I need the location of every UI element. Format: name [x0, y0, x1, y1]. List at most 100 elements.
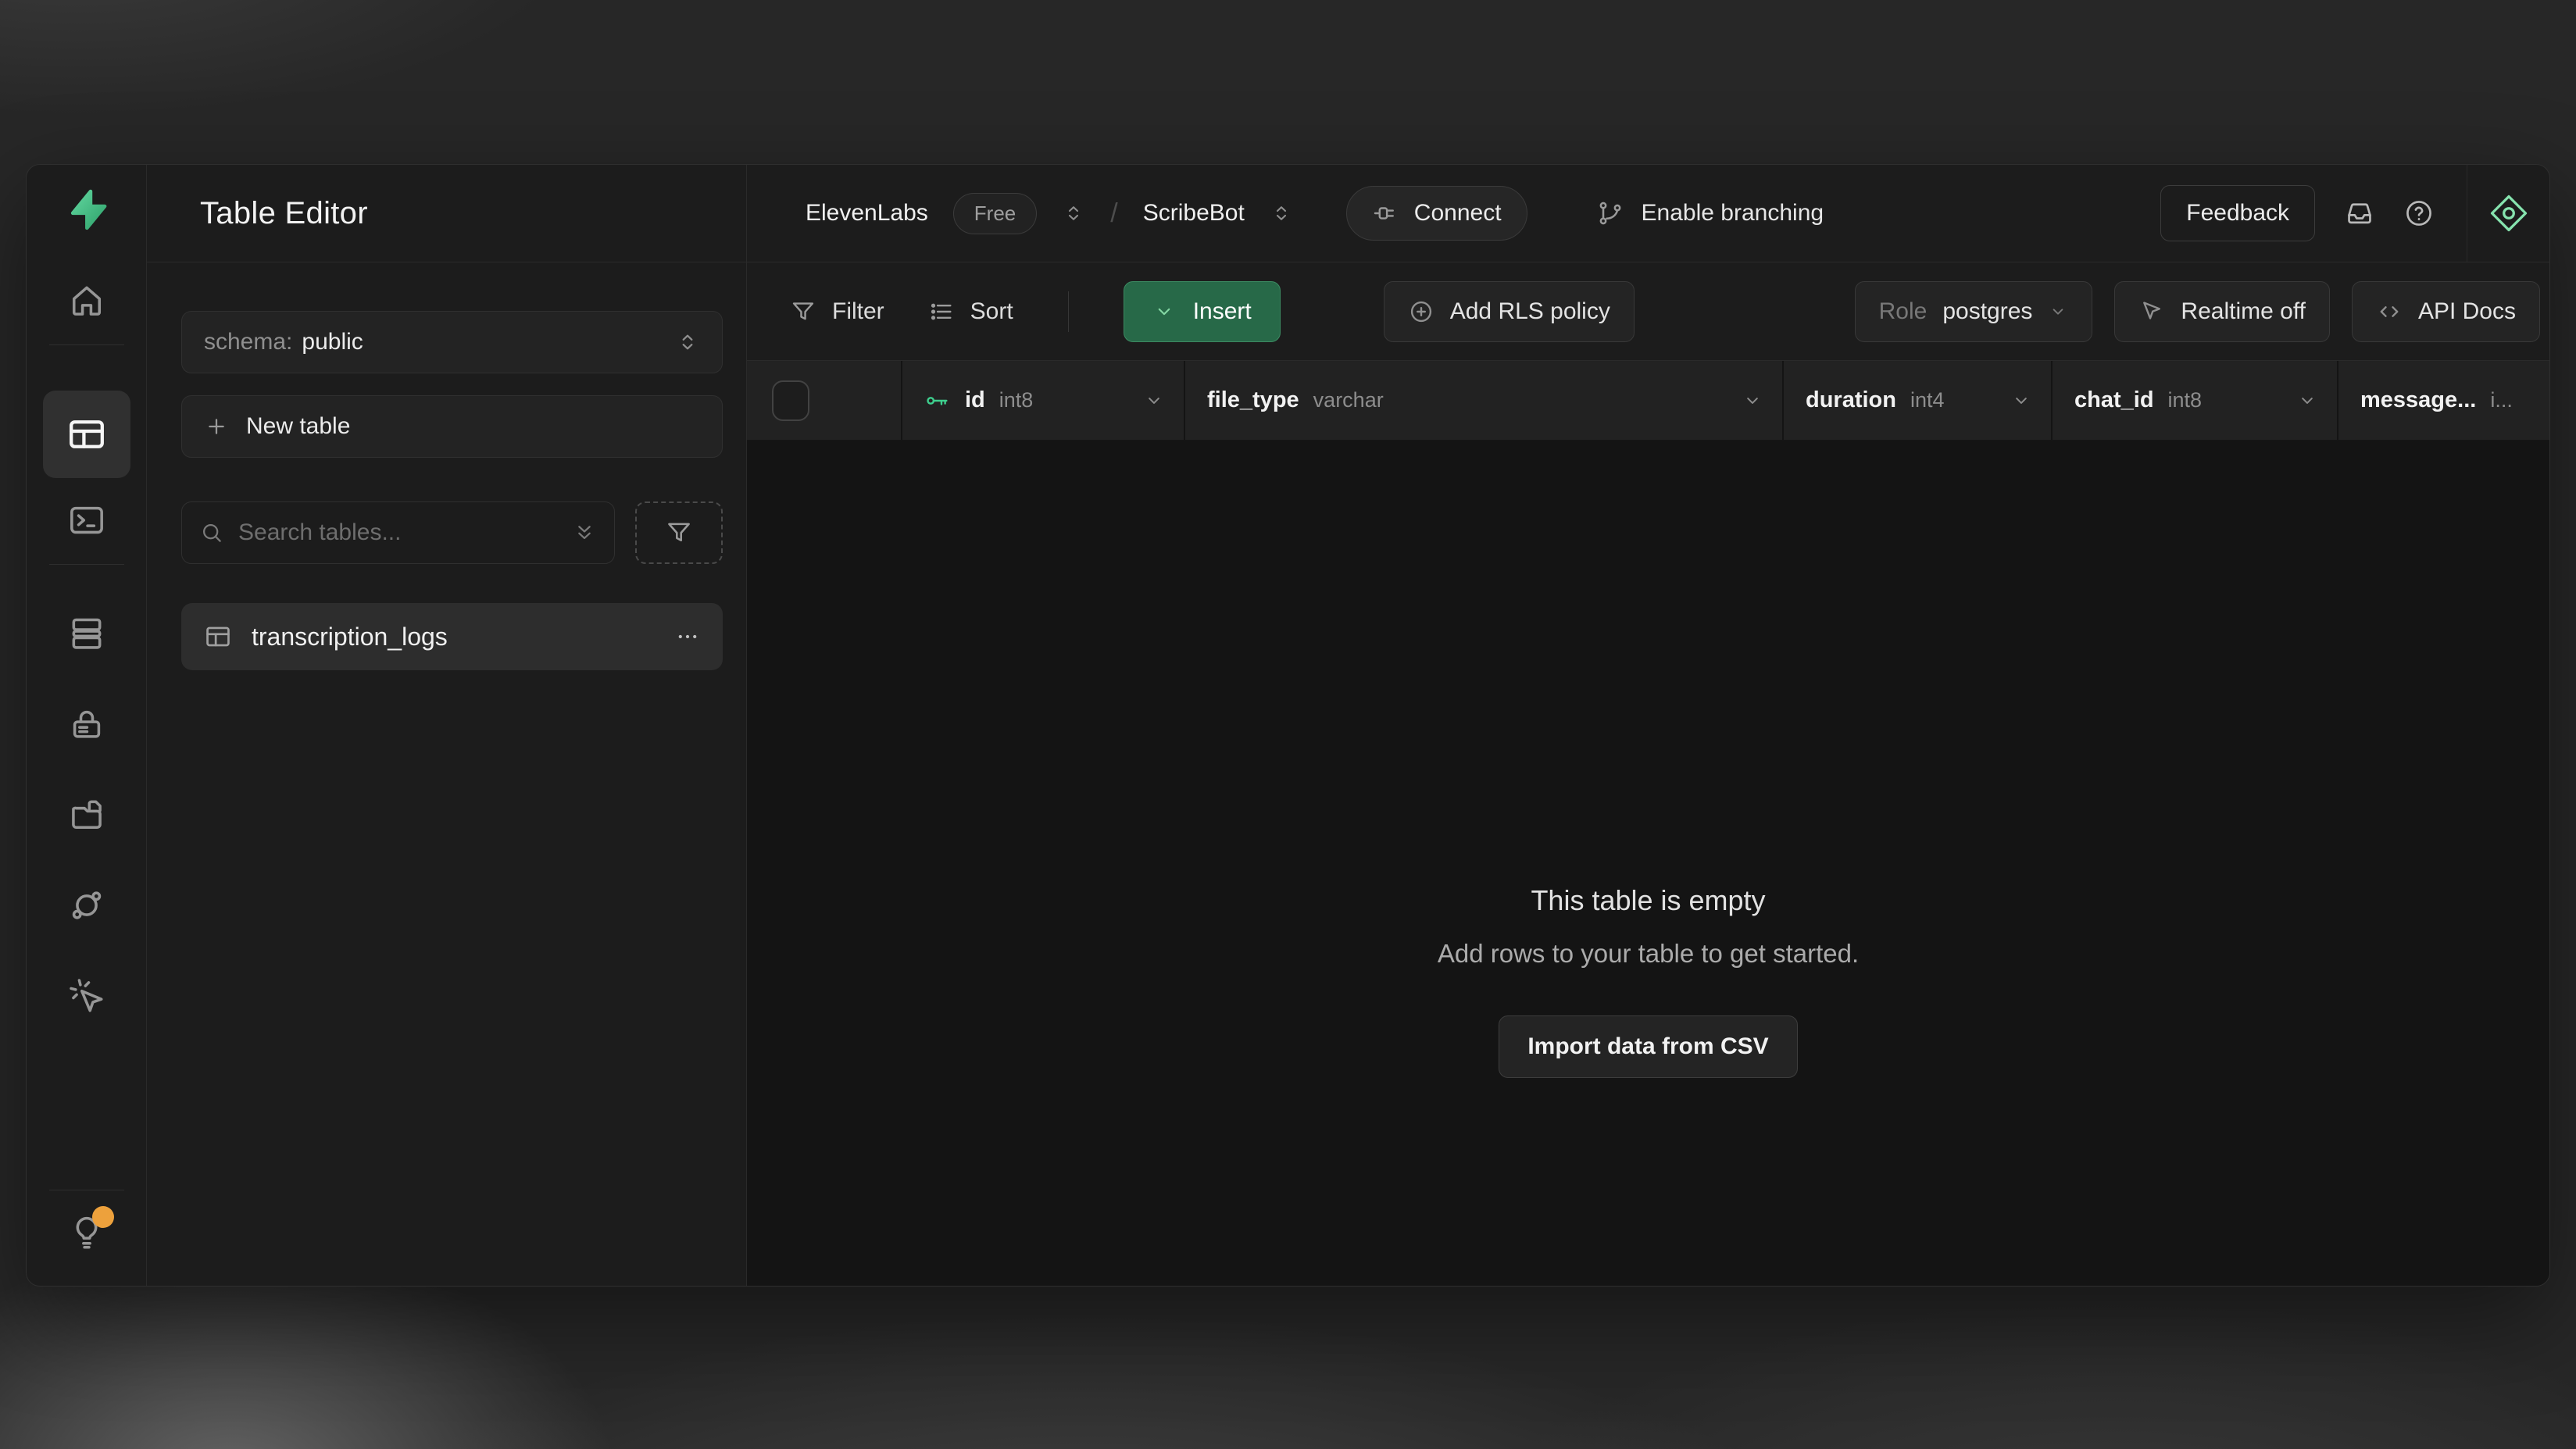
- column-name: duration: [1806, 387, 1896, 413]
- feedback-button[interactable]: Feedback: [2160, 185, 2315, 241]
- database-icon: [67, 614, 106, 653]
- primary-key-icon: [924, 387, 951, 414]
- sidebar: Table Editor schema: public New table: [147, 165, 747, 1286]
- grid-toolbar: Filter Sort Insert Add RLS po: [747, 262, 2549, 361]
- rail-item-sql-editor[interactable]: [67, 500, 106, 541]
- plus-circle-icon: [1408, 298, 1434, 325]
- realtime-toggle-button[interactable]: Realtime off: [2114, 281, 2330, 342]
- orbit-icon: [67, 886, 106, 925]
- rail-item-table-editor[interactable]: [43, 391, 130, 478]
- help-button[interactable]: [2404, 198, 2434, 228]
- app-window: Table Editor schema: public New table: [26, 164, 2550, 1287]
- ai-diamond-icon: [2487, 191, 2531, 235]
- column-header-file-type[interactable]: file_type varchar: [1185, 361, 1784, 440]
- filter-tables-button[interactable]: [635, 501, 723, 564]
- enable-branching-label: Enable branching: [1642, 200, 1824, 227]
- ellipsis-icon: [674, 623, 701, 650]
- import-csv-label: Import data from CSV: [1527, 1033, 1768, 1059]
- column-header-duration[interactable]: duration int4: [1784, 361, 2053, 440]
- empty-state-subtitle: Add rows to your table to get started.: [1438, 939, 1859, 969]
- select-all-checkbox[interactable]: [772, 380, 809, 421]
- add-rls-policy-button[interactable]: Add RLS policy: [1384, 281, 1635, 342]
- filter-button[interactable]: Filter: [790, 298, 884, 325]
- ai-assistant-button[interactable]: [2467, 165, 2549, 262]
- org-selector-button[interactable]: [1062, 202, 1085, 225]
- project-selector-button[interactable]: [1270, 202, 1293, 225]
- sidebar-header: Table Editor: [147, 165, 746, 262]
- nav-rail: [27, 165, 147, 1286]
- new-table-label: New table: [246, 413, 350, 440]
- rail-item-storage[interactable]: [67, 794, 106, 835]
- git-branch-icon: [1596, 199, 1624, 227]
- select-all-cell: [747, 361, 902, 440]
- plus-icon: [204, 414, 229, 439]
- terminal-icon: [67, 501, 106, 540]
- column-header-id[interactable]: id int8: [902, 361, 1185, 440]
- chevron-down-icon[interactable]: [2296, 390, 2318, 412]
- rail-item-realtime[interactable]: [67, 885, 106, 926]
- import-csv-button[interactable]: Import data from CSV: [1499, 1015, 1797, 1078]
- rail-item-project-tips[interactable]: [67, 1212, 106, 1253]
- role-value: postgres: [1942, 298, 2032, 325]
- column-header-chat-id[interactable]: chat_id int8: [2053, 361, 2338, 440]
- chevron-down-icon[interactable]: [2010, 390, 2032, 412]
- chevron-selector-icon: [1270, 202, 1293, 225]
- search-tables-input[interactable]: [238, 519, 572, 546]
- table-options-button[interactable]: [674, 623, 701, 650]
- sort-list-icon: [928, 298, 955, 325]
- search-icon: [199, 520, 224, 545]
- chevron-selector-icon: [675, 330, 700, 355]
- role-label: Role: [1879, 298, 1928, 325]
- connect-label: Connect: [1414, 200, 1502, 227]
- chevron-down-icon: [1152, 300, 1176, 323]
- grid-body: This table is empty Add rows to your tab…: [747, 441, 2549, 1286]
- column-type: int4: [1910, 388, 1945, 412]
- column-type: varchar: [1313, 388, 1384, 412]
- chevrons-down-icon[interactable]: [572, 520, 597, 545]
- new-table-button[interactable]: New table: [181, 395, 723, 458]
- insert-label: Insert: [1193, 298, 1252, 325]
- page-title: Table Editor: [200, 196, 368, 231]
- rail-item-authentication[interactable]: [67, 704, 106, 744]
- table-list-item[interactable]: transcription_logs: [181, 603, 723, 670]
- cursor-click-icon: [67, 976, 106, 1015]
- lock-icon: [67, 705, 106, 744]
- rail-item-database[interactable]: [67, 613, 106, 654]
- column-name: id: [965, 387, 985, 413]
- plan-badge: Free: [953, 193, 1037, 234]
- inbox-icon: [2345, 198, 2374, 228]
- api-docs-label: API Docs: [2418, 298, 2516, 325]
- connect-button[interactable]: Connect: [1346, 186, 1527, 241]
- chevron-down-icon: [2048, 302, 2068, 322]
- rail-item-home[interactable]: [67, 280, 106, 321]
- add-rls-label: Add RLS policy: [1450, 298, 1610, 325]
- column-header-message-id[interactable]: message... i...: [2338, 361, 2549, 440]
- inbox-button[interactable]: [2345, 198, 2374, 228]
- role-select-button[interactable]: Role postgres: [1855, 281, 2093, 342]
- chevron-down-icon[interactable]: [1143, 390, 1165, 412]
- feedback-label: Feedback: [2186, 200, 2289, 226]
- chevron-down-icon[interactable]: [1742, 390, 1763, 412]
- insert-button[interactable]: Insert: [1124, 281, 1281, 342]
- project-name[interactable]: ScribeBot: [1143, 200, 1245, 227]
- org-name[interactable]: ElevenLabs: [806, 200, 928, 227]
- main-panel: ElevenLabs Free / ScribeBot: [747, 165, 2549, 1286]
- filter-label: Filter: [832, 298, 884, 325]
- column-type: int8: [999, 388, 1034, 412]
- rail-item-advisors[interactable]: [67, 976, 106, 1016]
- supabase-bolt-icon: [64, 187, 109, 232]
- column-name: message...: [2360, 387, 2476, 413]
- enable-branching-button[interactable]: Enable branching: [1596, 199, 1824, 227]
- api-docs-button[interactable]: API Docs: [2352, 281, 2540, 342]
- rail-divider: [49, 344, 124, 345]
- chevron-selector-icon: [1062, 202, 1085, 225]
- schema-select[interactable]: schema: public: [181, 311, 723, 373]
- sort-label: Sort: [970, 298, 1013, 325]
- table-icon: [203, 622, 233, 651]
- supabase-logo[interactable]: [64, 187, 109, 232]
- column-type: int8: [2168, 388, 2203, 412]
- sort-button[interactable]: Sort: [928, 298, 1013, 325]
- home-icon: [67, 281, 106, 320]
- toolbar-divider: [1068, 291, 1069, 332]
- folder-file-icon: [67, 795, 106, 834]
